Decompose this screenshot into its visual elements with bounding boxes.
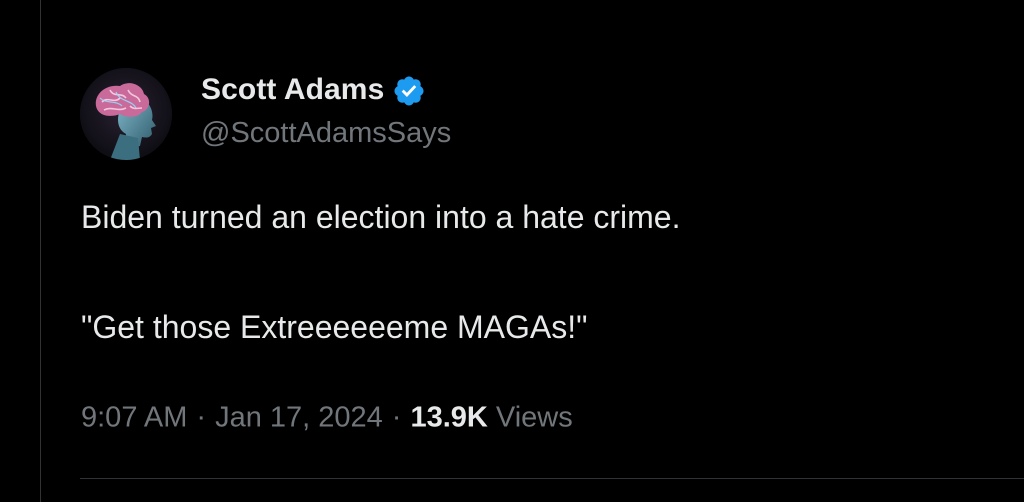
tweet-paragraph-gap [81,237,981,307]
display-name[interactable]: Scott Adams [201,73,384,107]
author-handle[interactable]: @ScottAdamsSays [201,117,451,150]
avatar[interactable] [80,68,172,160]
views-count: 13.9K [410,401,488,434]
separator-dot: · [391,401,402,434]
tweet-line: Biden turned an election into a hate cri… [81,199,681,235]
views-label: Views [495,401,573,434]
separator-dot: · [196,401,207,434]
tweet-metadata: 9:07 AM · Jan 17, 2024 · 13.9K Views [81,396,573,437]
brain-head-avatar-icon [80,68,172,160]
author-name-row: Scott Adams [201,70,426,110]
tweet-line: "Get those Extreeeeeeme MAGAs!" [81,309,588,345]
tweet-date[interactable]: Jan 17, 2024 [215,401,383,433]
verified-badge-icon[interactable] [392,74,426,108]
tweet-body: Biden turned an election into a hate cri… [81,197,981,347]
timeline-divider-vertical [40,0,41,502]
tweet-divider-horizontal [80,478,1024,479]
tweet-time[interactable]: 9:07 AM [81,401,187,433]
